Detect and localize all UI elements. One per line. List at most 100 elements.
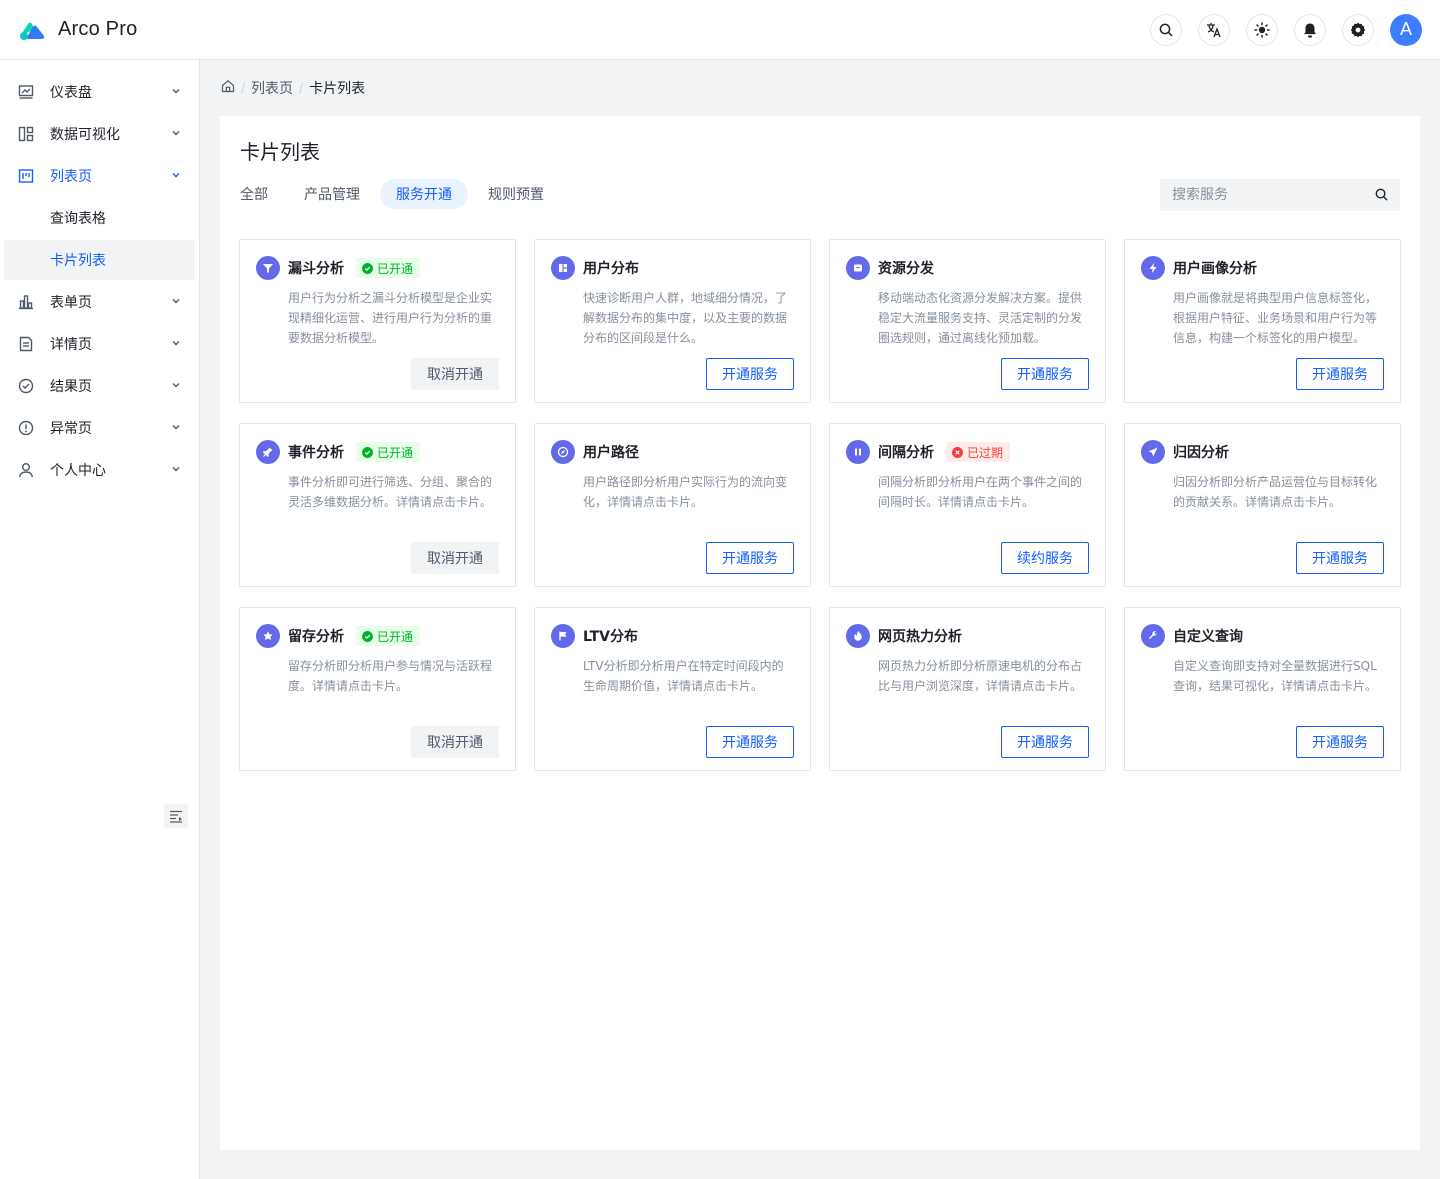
page-title: 卡片列表 xyxy=(240,140,320,164)
cancel-service-button[interactable]: 取消开通 xyxy=(411,358,499,390)
card-title: LTV分布 xyxy=(583,629,638,645)
status-badge-label: 已开通 xyxy=(377,445,414,460)
sidebar-item-label: 表单页 xyxy=(50,295,92,311)
check-circle-icon xyxy=(362,446,373,458)
sidebar-item-list[interactable]: 列表页 xyxy=(4,156,195,196)
top-navbar: Arco Pro A xyxy=(0,0,1440,60)
user-icon xyxy=(18,462,34,478)
document-icon xyxy=(18,336,34,352)
thunder-icon xyxy=(1141,256,1165,280)
service-card-user-path[interactable]: 用户路径 用户路径即分析用户实际行为的流向变化，详情请点击卡片。 开通服务 xyxy=(534,423,811,587)
menu-fold-icon xyxy=(170,810,182,823)
exclamation-circle-icon xyxy=(18,420,34,436)
tab-product-management[interactable]: 产品管理 xyxy=(288,179,376,209)
status-badge: 已开通 xyxy=(356,442,421,462)
arco-logo-icon xyxy=(18,20,46,40)
list-icon xyxy=(18,168,34,184)
check-circle-icon xyxy=(362,262,373,274)
pause-icon xyxy=(846,440,870,464)
chevron-down-icon xyxy=(171,294,181,310)
activate-service-button[interactable]: 续约服务 xyxy=(1001,542,1089,574)
service-card-funnel-analysis[interactable]: 漏斗分析 已开通 用户行为分析之漏斗分析模型是企业实现精细化运营、进行用户行为分… xyxy=(239,239,516,403)
check-circle-icon xyxy=(362,630,373,642)
activate-service-button[interactable]: 开通服务 xyxy=(1296,726,1384,758)
card-title: 事件分析 xyxy=(288,445,344,461)
apps-icon xyxy=(551,256,575,280)
sun-icon xyxy=(1254,21,1270,38)
service-card-user-distribution[interactable]: 用户分布 快速诊断用户人群，地域细分情况，了解数据分布的集中度，以及主要的数据分… xyxy=(534,239,811,403)
breadcrumb-separator: / xyxy=(241,81,246,95)
theme-button[interactable] xyxy=(1246,13,1278,46)
search-icon[interactable] xyxy=(1375,186,1388,205)
service-card-resource-distribution[interactable]: 资源分发 移动端动态化资源分发解决方案。提供稳定大流量服务支持、灵活定制的分发圈… xyxy=(829,239,1106,403)
sidebar-item-detail[interactable]: 详情页 xyxy=(4,324,195,364)
status-badge: 已开通 xyxy=(356,258,421,278)
pushpin-icon xyxy=(256,440,280,464)
activate-service-button[interactable]: 开通服务 xyxy=(1296,358,1384,390)
tab-all[interactable]: 全部 xyxy=(240,179,284,209)
card-description: LTV分析即分析用户在特定时间段内的生命周期价值，详情请点击卡片。 xyxy=(583,659,784,693)
translate-icon xyxy=(1207,22,1221,37)
home-icon[interactable] xyxy=(221,79,235,97)
tab-rule-presets[interactable]: 规则预置 xyxy=(472,179,560,209)
card-title: 用户画像分析 xyxy=(1173,261,1257,277)
language-button[interactable] xyxy=(1198,13,1230,46)
settings-button[interactable] xyxy=(1342,13,1374,46)
card-description: 事件分析即可进行筛选、分组、聚合的灵活多维数据分析。详情请点击卡片。 xyxy=(288,475,493,509)
activate-service-button[interactable]: 开通服务 xyxy=(706,358,794,390)
search-icon xyxy=(1159,23,1173,37)
sidebar-subitem-card-list[interactable]: 卡片列表 xyxy=(4,240,195,280)
activate-service-button[interactable]: 开通服务 xyxy=(706,726,794,758)
logo[interactable]: Arco Pro xyxy=(18,18,137,41)
card-description: 网页热力分析即分析原速电机的分布占比与用户浏览深度，详情请点击卡片。 xyxy=(878,659,1083,693)
sidebar-item-label: 详情页 xyxy=(50,337,92,353)
star-icon xyxy=(256,624,280,648)
search-button[interactable] xyxy=(1150,13,1182,46)
service-card-heatmap-analysis[interactable]: 网页热力分析 网页热力分析即分析原速电机的分布占比与用户浏览深度，详情请点击卡片… xyxy=(829,607,1106,771)
breadcrumb-item[interactable]: 列表页 xyxy=(251,78,293,98)
sidebar: 仪表盘 数据可视化 列表页 查询表格 卡片列表 表单页 详情页 结果页 异常页 … xyxy=(0,60,200,1179)
sidebar-item-label: 结果页 xyxy=(50,379,92,395)
tab-service-activation[interactable]: 服务开通 xyxy=(380,179,468,209)
activate-service-button[interactable]: 开通服务 xyxy=(706,542,794,574)
check-circle-icon xyxy=(18,378,34,394)
sidebar-item-result[interactable]: 结果页 xyxy=(4,366,195,406)
fire-icon xyxy=(846,624,870,648)
service-card-custom-query[interactable]: 自定义查询 自定义查询即支持对全量数据进行SQL查询，结果可视化，详情请点击卡片… xyxy=(1124,607,1401,771)
status-badge-label: 已开通 xyxy=(377,261,414,276)
service-card-interval-analysis[interactable]: 间隔分析 已过期 间隔分析即分析用户在两个事件之间的间隔时长。详情请点击卡片。 … xyxy=(829,423,1106,587)
service-card-ltv-distribution[interactable]: LTV分布 LTV分析即分析用户在特定时间段内的生命周期价值，详情请点击卡片。 … xyxy=(534,607,811,771)
card-description: 留存分析即分析用户参与情况与活跃程度。详情请点击卡片。 xyxy=(288,659,493,693)
sidebar-item-user-center[interactable]: 个人中心 xyxy=(4,450,195,490)
sidebar-item-exception[interactable]: 异常页 xyxy=(4,408,195,448)
cancel-service-button[interactable]: 取消开通 xyxy=(411,726,499,758)
search-input[interactable] xyxy=(1172,187,1375,203)
activate-service-button[interactable]: 开通服务 xyxy=(1001,726,1089,758)
sidebar-item-label: 个人中心 xyxy=(50,463,106,479)
status-badge-label: 已过期 xyxy=(967,445,1004,460)
sidebar-item-form[interactable]: 表单页 xyxy=(4,282,195,322)
sidebar-subitem-query-table[interactable]: 查询表格 xyxy=(4,198,195,238)
cancel-service-button[interactable]: 取消开通 xyxy=(411,542,499,574)
chevron-down-icon xyxy=(171,168,181,184)
status-badge: 已开通 xyxy=(356,626,421,646)
tool-icon xyxy=(1141,624,1165,648)
service-card-retention-analysis[interactable]: 留存分析 已开通 留存分析即分析用户参与情况与活跃程度。详情请点击卡片。 取消开… xyxy=(239,607,516,771)
service-card-attribution-analysis[interactable]: 归因分析 归因分析即分析产品运营位与目标转化的贡献关系。详情请点击卡片。 开通服… xyxy=(1124,423,1401,587)
layout-icon xyxy=(18,126,34,142)
card-title: 自定义查询 xyxy=(1173,629,1243,645)
service-card-event-analysis[interactable]: 事件分析 已开通 事件分析即可进行筛选、分组、聚合的灵活多维数据分析。详情请点击… xyxy=(239,423,516,587)
service-card-user-profile-analysis[interactable]: 用户画像分析 用户画像就是将典型用户信息标签化，根据用户特征、业务场景和用户行为… xyxy=(1124,239,1401,403)
status-badge: 已过期 xyxy=(946,442,1011,462)
collapse-sidebar-button[interactable] xyxy=(164,804,188,828)
activate-service-button[interactable]: 开通服务 xyxy=(1001,358,1089,390)
activate-service-button[interactable]: 开通服务 xyxy=(1296,542,1384,574)
breadcrumb-separator: / xyxy=(299,81,304,95)
sidebar-item-label: 仪表盘 xyxy=(50,85,92,101)
card-title: 用户路径 xyxy=(583,445,639,461)
sidebar-item-dashboard[interactable]: 仪表盘 xyxy=(4,72,195,112)
sidebar-item-visualization[interactable]: 数据可视化 xyxy=(4,114,195,154)
close-circle-icon xyxy=(952,446,963,458)
notification-button[interactable] xyxy=(1294,13,1326,46)
avatar[interactable]: A xyxy=(1390,13,1422,46)
